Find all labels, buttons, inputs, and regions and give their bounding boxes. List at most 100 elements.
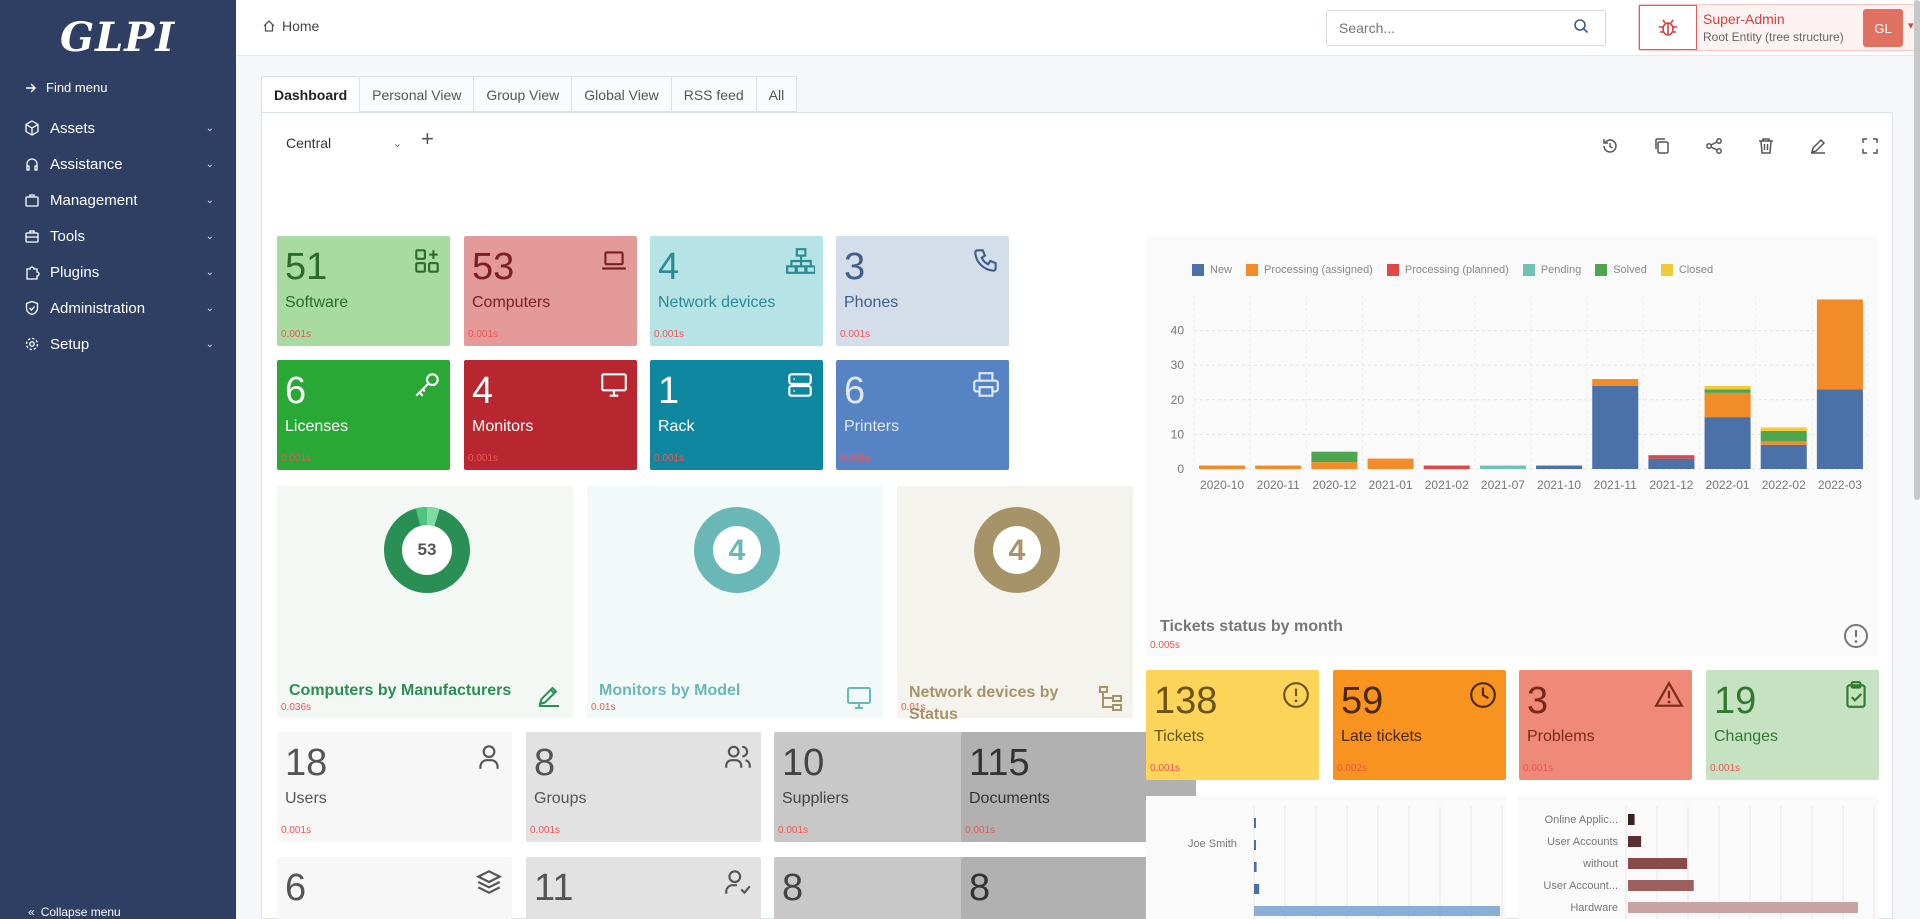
card-phones[interactable]: 3 Phones 0.001s [836, 236, 1009, 346]
tab-personal-view[interactable]: Personal View [360, 76, 475, 112]
tickets-by-requester-widget[interactable]: Joe Smith [1146, 796, 1506, 919]
share-button[interactable] [1702, 134, 1726, 158]
bar-segment[interactable] [1816, 389, 1863, 469]
sidebar-item-assistance[interactable]: Assistance ⌄ [0, 146, 236, 182]
bar-segment[interactable] [1648, 455, 1695, 459]
card-late-tickets[interactable]: 59 Late tickets 0.002s [1333, 670, 1506, 780]
bar-segment[interactable] [1704, 389, 1751, 393]
bar-segment[interactable] [1704, 392, 1751, 418]
sidebar-item-management[interactable]: Management ⌄ [0, 182, 236, 218]
card-licenses[interactable]: 6 Licenses 0.001s [277, 360, 450, 470]
bar-segment[interactable] [1760, 427, 1807, 431]
bar-segment[interactable] [1592, 385, 1639, 469]
avatar[interactable]: GL [1863, 9, 1903, 47]
bar-segment[interactable] [1760, 444, 1807, 469]
card-counter-0[interactable]: 6 [277, 857, 512, 919]
card-tickets[interactable]: 138 Tickets 0.001s [1146, 670, 1319, 780]
global-search-input[interactable] [1326, 10, 1606, 46]
card-icon [1468, 680, 1498, 710]
page-scrollbar[interactable] [1914, 0, 1920, 500]
legend-item[interactable]: New [1192, 264, 1232, 276]
bar-segment[interactable] [1760, 430, 1807, 442]
card-computers[interactable]: 53 Computers 0.001s [464, 236, 637, 346]
card-network-devices[interactable]: 4 Network devices 0.001s [650, 236, 823, 346]
debug-mode-button[interactable] [1639, 5, 1697, 50]
bar[interactable] [1628, 836, 1642, 847]
alert-circle-icon[interactable] [1842, 622, 1870, 650]
clone-button[interactable] [1650, 134, 1674, 158]
card-counter-1[interactable]: 11 [526, 857, 761, 919]
tab-all[interactable]: All [756, 76, 798, 112]
bar-segment[interactable] [1760, 441, 1807, 445]
bar-segment[interactable] [1311, 462, 1358, 469]
bar-segment[interactable] [1311, 451, 1358, 463]
delete-button[interactable] [1754, 134, 1778, 158]
chart-time: 0.005s [1150, 640, 1181, 651]
bar[interactable] [1628, 858, 1688, 869]
user-profile-menu[interactable]: Super-Admin Root Entity (tree structure)… [1638, 4, 1920, 51]
bar-segment[interactable] [1199, 465, 1246, 469]
legend-item[interactable]: Closed [1660, 264, 1713, 276]
bar-segment[interactable] [1536, 465, 1583, 469]
card-printers[interactable]: 6 Printers 0.001s [836, 360, 1009, 470]
warning-icon [1654, 681, 1684, 707]
legend-item[interactable]: Processing (planned) [1386, 264, 1509, 276]
glpi-logo[interactable]: GLPI [60, 14, 175, 61]
breadcrumb[interactable]: Home [262, 18, 319, 34]
tab-dashboard[interactable]: Dashboard [261, 76, 361, 112]
card-time: 0.001s [840, 453, 871, 464]
bar-segment[interactable] [1592, 379, 1639, 386]
widget-network-devices-by-status[interactable]: 4 Network devices by Status 0.01s [897, 486, 1133, 723]
widget-computers-by-manufacturers[interactable]: 53 Computers by Manufacturers 0.036s [277, 486, 573, 718]
bar-segment[interactable] [1255, 465, 1302, 469]
edit-button[interactable] [1806, 134, 1830, 158]
card-users[interactable]: 18 Users 0.001s [277, 732, 512, 842]
find-menu-button[interactable]: Find menu [24, 80, 107, 95]
search-icon[interactable] [1573, 18, 1589, 34]
card-groups[interactable]: 8 Groups 0.001s [526, 732, 761, 842]
sidebar-item-assets[interactable]: Assets ⌄ [0, 110, 236, 146]
bar-segment[interactable] [1704, 417, 1751, 469]
card-label: Documents [969, 790, 1050, 807]
bar-segment[interactable] [1423, 465, 1470, 469]
fullscreen-button[interactable] [1858, 134, 1882, 158]
legend-item[interactable]: Pending [1522, 264, 1581, 276]
card-rack[interactable]: 1 Rack 0.001s [650, 360, 823, 470]
tickets-status-by-month-widget[interactable]: New Processing (assigned) Processing (plan… [1146, 236, 1878, 656]
tab-group-view[interactable]: Group View [474, 76, 573, 112]
sidebar-item-plugins[interactable]: Plugins ⌄ [0, 254, 236, 290]
bar[interactable] [1628, 902, 1858, 913]
bar[interactable] [1628, 880, 1694, 891]
bar[interactable] [1254, 884, 1260, 894]
bar[interactable] [1254, 840, 1256, 850]
bar-segment[interactable] [1704, 385, 1751, 390]
sidebar-item-administration[interactable]: Administration ⌄ [0, 290, 236, 326]
bar[interactable] [1628, 814, 1635, 825]
bar[interactable] [1254, 818, 1256, 828]
widget-monitors-by-model[interactable]: 4 Monitors by Model 0.01s [587, 486, 883, 718]
bar-segment[interactable] [1816, 299, 1863, 390]
bar[interactable] [1254, 862, 1257, 872]
tickets-by-category-widget[interactable]: Online Applic... User Accounts without User… [1518, 796, 1878, 919]
user-icon [479, 745, 499, 769]
add-dashboard-button[interactable]: + [421, 126, 434, 152]
sidebar-item-tools[interactable]: Tools ⌄ [0, 218, 236, 254]
dashboard-select[interactable]: Central ⌄ [280, 128, 408, 158]
legend-item[interactable]: Solved [1595, 264, 1647, 276]
edit-icon[interactable] [535, 682, 563, 710]
card-software[interactable]: 51 Software 0.001s [277, 236, 450, 346]
collapse-menu-button[interactable]: « Collapse menu [28, 905, 121, 919]
bar-segment[interactable] [1648, 458, 1695, 469]
legend-item[interactable]: Processing (assigned) [1246, 264, 1373, 276]
bar-segment[interactable] [1479, 465, 1526, 469]
history-button[interactable] [1598, 134, 1622, 158]
bar-segment[interactable] [1367, 458, 1414, 469]
card-changes[interactable]: 19 Changes 0.001s [1706, 670, 1879, 780]
chevron-down-icon: ⌄ [205, 158, 214, 170]
tab-global-view[interactable]: Global View [572, 76, 672, 112]
card-monitors[interactable]: 4 Monitors 0.001s [464, 360, 637, 470]
tab-rss-feed[interactable]: RSS feed [671, 76, 757, 112]
bar[interactable] [1254, 906, 1500, 916]
sidebar-item-setup[interactable]: Setup ⌄ [0, 326, 236, 362]
card-problems[interactable]: 3 Problems 0.001s [1519, 670, 1692, 780]
